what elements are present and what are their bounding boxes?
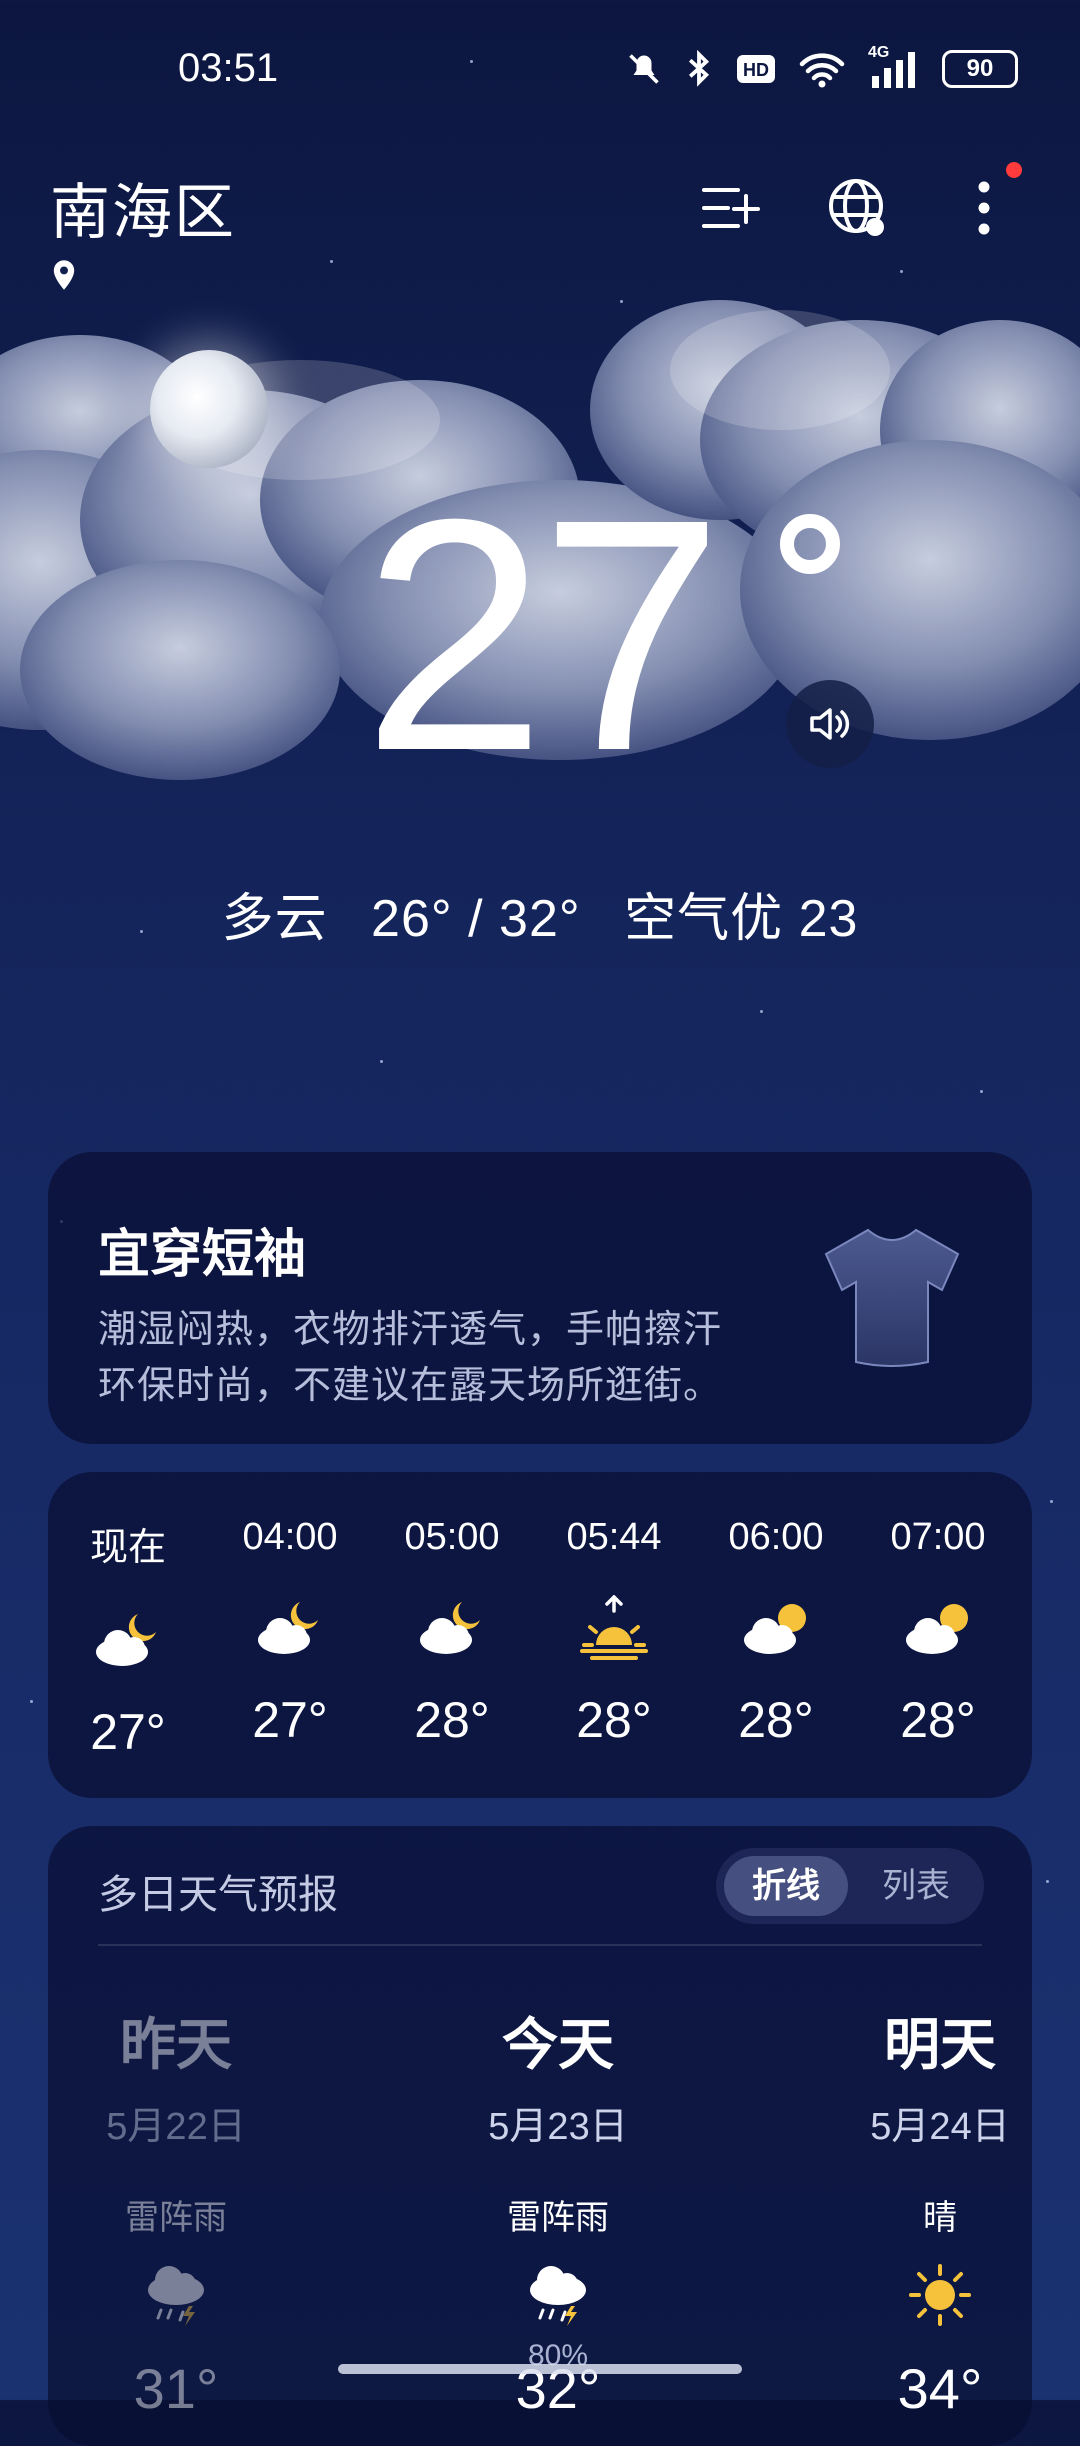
voice-broadcast-button[interactable] xyxy=(786,680,874,768)
day-name: 昨天 xyxy=(120,2013,232,2076)
condition-text: 多云 xyxy=(221,890,328,948)
hourly-item: 07:00 28° xyxy=(868,1516,1008,1749)
status-icons: HD 4G 90 xyxy=(626,44,1018,94)
status-time: 03:51 xyxy=(178,46,279,90)
partly-cloudy-night-icon xyxy=(58,1605,198,1675)
hourly-item: 06:00 28° xyxy=(706,1516,846,1749)
globe-icon xyxy=(829,179,884,236)
hourly-item: 05:44 28° xyxy=(544,1516,684,1749)
city-name[interactable]: 南海区 xyxy=(50,164,236,251)
hour-time: 07:00 xyxy=(890,1516,986,1558)
toggle-list-view[interactable]: 列表 xyxy=(856,1856,976,1916)
temp-range: 26° / 32° xyxy=(371,890,581,948)
day-date: 5月24日 xyxy=(870,2106,1010,2148)
forecast-title: 多日天气预报 xyxy=(98,1873,338,1917)
partly-cloudy-day-icon xyxy=(868,1593,1008,1663)
hourly-item: 05:00 28° xyxy=(382,1516,522,1749)
svg-text:HD: HD xyxy=(743,60,769,80)
day-condition: 雷阵雨 xyxy=(507,2199,609,2237)
battery-indicator: 90 xyxy=(942,50,1018,88)
day-name: 今天 xyxy=(502,2013,614,2076)
hour-time: 06:00 xyxy=(728,1516,824,1558)
day-name: 明天 xyxy=(884,2013,996,2076)
divider xyxy=(98,1944,982,1946)
add-city-button[interactable] xyxy=(690,168,770,248)
thunderstorm-icon xyxy=(448,2257,668,2333)
world-weather-button[interactable] xyxy=(818,168,898,248)
hour-temp: 28° xyxy=(900,1692,976,1748)
partly-cloudy-night-icon xyxy=(220,1593,360,1663)
forecast-day-yesterday[interactable]: 昨天 5月22日 雷阵雨 xyxy=(66,2000,286,2339)
tshirt-icon xyxy=(824,1228,960,1367)
mute-icon xyxy=(629,54,659,84)
toggle-line-view[interactable]: 折线 xyxy=(724,1856,848,1916)
hour-temp: 28° xyxy=(576,1692,652,1748)
home-indicator[interactable] xyxy=(338,2364,742,2374)
day-date: 5月23日 xyxy=(488,2106,628,2148)
current-temperature: 27 xyxy=(362,450,723,819)
more-vertical-icon xyxy=(978,181,990,235)
hour-temp: 28° xyxy=(738,1692,814,1748)
wifi-icon xyxy=(799,53,845,88)
hour-time: 05:44 xyxy=(566,1516,662,1558)
status-bar: 03:51 HD 4G 90 xyxy=(0,0,1080,140)
notification-dot xyxy=(1006,162,1022,178)
forecast-day-today[interactable]: 今天 5月23日 雷阵雨 80% xyxy=(448,2000,668,2373)
speaker-icon xyxy=(810,708,850,740)
hour-time: 05:00 xyxy=(404,1516,500,1558)
hour-temp: 27° xyxy=(252,1692,328,1748)
hour-temp: 28° xyxy=(414,1692,490,1748)
thunderstorm-icon xyxy=(66,2257,286,2333)
hourly-item: 04:00 27° xyxy=(220,1516,360,1749)
clothing-desc-line-2: 环保时尚，不建议在露天场所逛街。 xyxy=(98,1365,723,1407)
bluetooth-icon xyxy=(688,50,710,87)
day-high-temp: 31° xyxy=(133,2357,219,2420)
day-date: 5月22日 xyxy=(106,2106,246,2148)
partly-cloudy-night-icon xyxy=(382,1593,522,1663)
clothing-desc-line-1: 潮湿闷热，衣物排汗透气，手帕擦汗 xyxy=(98,1309,723,1351)
partly-cloudy-day-icon xyxy=(706,1593,846,1663)
hourly-item: 现在 27° xyxy=(58,1516,198,1761)
hd-icon: HD xyxy=(737,55,775,83)
day-condition: 雷阵雨 xyxy=(125,2199,227,2237)
day-high-temp: 34° xyxy=(897,2357,983,2420)
sun-icon xyxy=(830,2257,1050,2333)
day-condition: 晴 xyxy=(923,2199,957,2237)
weather-summary[interactable]: 多云 26° / 32° 空气优 23 xyxy=(0,876,1080,951)
forecast-day-tomorrow[interactable]: 明天 5月24日 晴 xyxy=(830,2000,1050,2339)
hour-time: 04:00 xyxy=(242,1516,338,1558)
cell-signal-icon: 4G xyxy=(868,44,920,90)
list-add-icon xyxy=(702,188,760,228)
hour-temp: 27° xyxy=(90,1704,166,1760)
hour-time: 现在 xyxy=(89,1527,166,1569)
degree-symbol xyxy=(780,514,840,574)
clothing-title: 宜穿短袖 xyxy=(98,1226,307,1284)
air-quality[interactable]: 空气优 23 xyxy=(624,890,858,948)
more-menu-button[interactable] xyxy=(944,168,1024,248)
moon-image xyxy=(150,350,268,468)
sunrise-icon xyxy=(544,1593,684,1663)
